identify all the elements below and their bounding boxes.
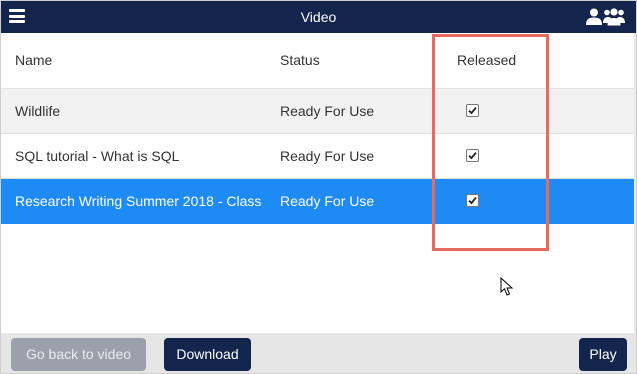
download-button[interactable]: Download: [164, 338, 251, 371]
video-panel: Video Name Status Released Wildlife Read…: [0, 0, 637, 374]
mouse-cursor-icon: [500, 276, 514, 302]
released-checkbox[interactable]: [466, 194, 479, 207]
go-back-to-video-button[interactable]: Go back to video: [11, 338, 146, 371]
table-row[interactable]: Wildlife Ready For Use: [1, 89, 636, 134]
column-header-released[interactable]: Released: [457, 52, 516, 68]
scrollbar[interactable]: [634, 33, 636, 333]
table-row[interactable]: SQL tutorial - What is SQL Ready For Use: [1, 134, 636, 179]
row-name: SQL tutorial - What is SQL: [15, 148, 180, 164]
play-button[interactable]: Play: [579, 338, 627, 371]
row-name: Wildlife: [15, 103, 61, 119]
table-row-selected[interactable]: Research Writing Summer 2018 - Class Rea…: [1, 179, 636, 224]
row-status: Ready For Use: [280, 148, 375, 164]
page-title: Video: [300, 9, 337, 25]
row-status: Ready For Use: [280, 193, 375, 209]
action-bar: Go back to video Download Play: [1, 333, 636, 373]
row-status: Ready For Use: [280, 103, 375, 119]
column-header-status[interactable]: Status: [280, 52, 320, 68]
video-table: Name Status Released Wildlife Ready For …: [1, 33, 636, 224]
released-checkbox[interactable]: [466, 104, 479, 117]
table-header: Name Status Released: [1, 33, 636, 89]
title-bar: Video: [1, 1, 636, 33]
released-checkbox[interactable]: [466, 149, 479, 162]
column-header-name[interactable]: Name: [15, 52, 52, 68]
row-name: Research Writing Summer 2018 - Class: [15, 193, 262, 209]
users-group-icon[interactable]: [586, 8, 626, 26]
